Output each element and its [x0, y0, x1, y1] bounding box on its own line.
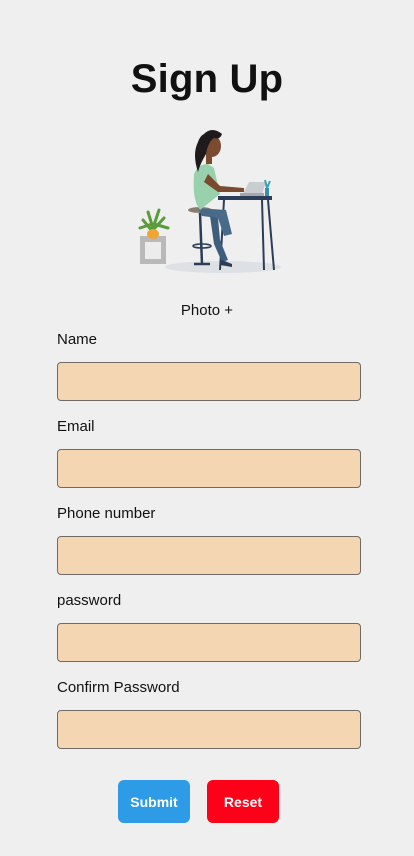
desk-top — [218, 196, 272, 200]
plant-pot — [147, 229, 159, 239]
phone-input[interactable] — [57, 536, 361, 575]
password-input[interactable] — [57, 623, 361, 662]
woman-at-desk-illustration — [138, 130, 281, 273]
stool-leg — [194, 212, 210, 266]
signup-page: Sign Up Photo + Name Email Phone number … — [0, 0, 414, 856]
name-input[interactable] — [57, 362, 361, 401]
plant-stand-inner — [145, 242, 161, 259]
password-label: password — [57, 592, 122, 609]
desk-plant — [265, 188, 269, 196]
add-photo-link[interactable]: Photo + — [0, 302, 414, 319]
laptop-base — [240, 193, 264, 196]
desk-legs — [219, 199, 275, 271]
confirm-password-input[interactable] — [57, 710, 361, 749]
email-input[interactable] — [57, 449, 361, 488]
laptop — [243, 182, 266, 194]
phone-label: Phone number — [57, 505, 156, 522]
reset-button[interactable]: Reset — [207, 780, 279, 823]
desk-plant-leaves — [264, 179, 271, 189]
email-label: Email — [57, 418, 95, 435]
submit-button[interactable]: Submit — [118, 780, 190, 823]
name-label: Name — [57, 331, 98, 348]
confirm-password-label: Confirm Password — [57, 679, 180, 696]
page-title: Sign Up — [130, 57, 284, 101]
